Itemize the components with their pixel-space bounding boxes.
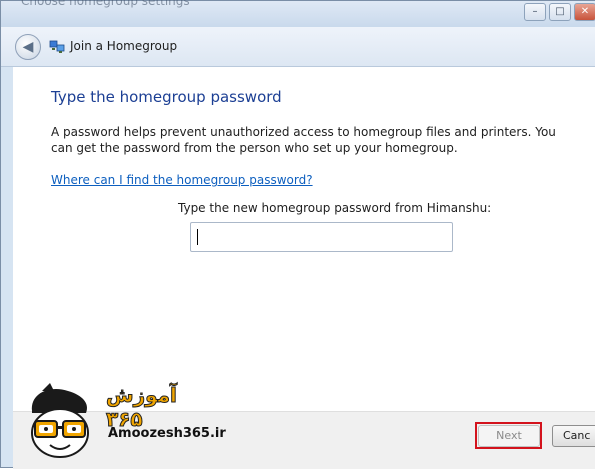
title-bar[interactable]: Choose homegroup settings – □ ✕ bbox=[1, 0, 595, 27]
content-area: Type the homegroup password A password h… bbox=[13, 67, 595, 411]
minimize-button[interactable]: – bbox=[524, 3, 546, 21]
mascot-icon bbox=[31, 383, 89, 458]
maximize-button[interactable]: □ bbox=[549, 3, 571, 21]
page-heading: Type the homegroup password bbox=[51, 88, 282, 106]
help-link[interactable]: Where can I find the homegroup password? bbox=[51, 173, 313, 187]
password-input[interactable] bbox=[190, 222, 453, 252]
background-window-title: Choose homegroup settings bbox=[21, 0, 190, 8]
navigation-bar: ◀ Join a Homegroup bbox=[1, 27, 595, 67]
persian-logo-text: آموزش ۳۶۵ bbox=[106, 383, 178, 432]
description-text: A password helps prevent unauthorized ac… bbox=[51, 125, 556, 155]
next-button-highlight bbox=[475, 422, 542, 449]
close-button[interactable]: ✕ bbox=[574, 3, 595, 21]
back-arrow-icon: ◀ bbox=[22, 39, 34, 55]
site-name: Amoozesh365.ir bbox=[108, 426, 226, 441]
password-field-label: Type the new homegroup password from Him… bbox=[178, 201, 492, 215]
window-title: Join a Homegroup bbox=[70, 39, 178, 53]
homegroup-icon bbox=[49, 40, 65, 53]
text-cursor bbox=[197, 229, 198, 245]
watermark-logo: آموزش ۳۶۵ Amoozesh365.ir bbox=[20, 383, 226, 463]
cancel-button[interactable]: Canc bbox=[552, 425, 595, 447]
back-button[interactable]: ◀ bbox=[15, 34, 41, 60]
